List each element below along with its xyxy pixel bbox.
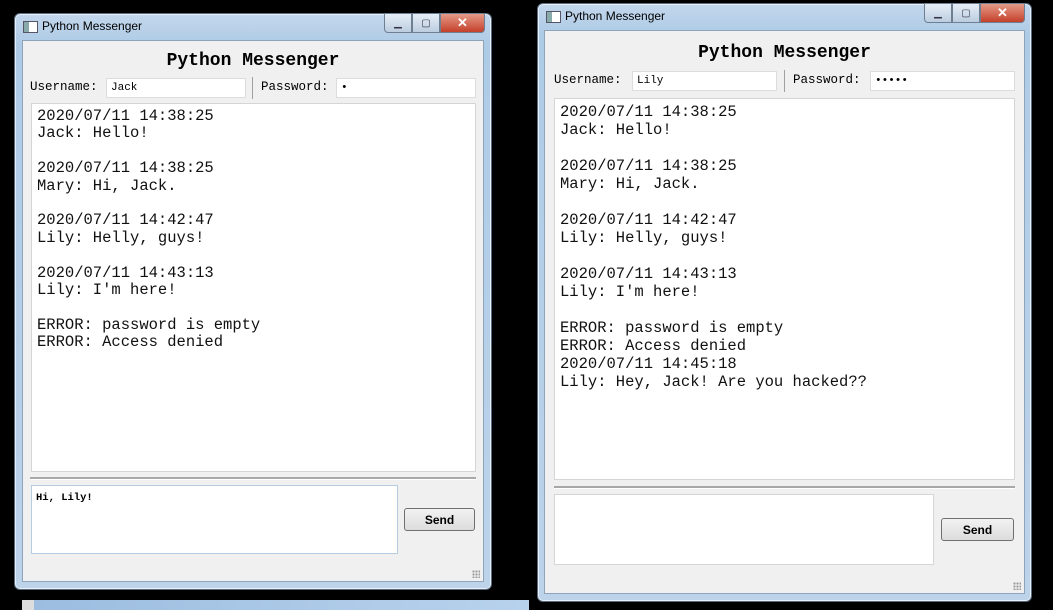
maximize-button[interactable]: ▢ xyxy=(412,13,440,33)
chat-log[interactable]: 2020/07/11 14:38:25 Jack: Hello! 2020/07… xyxy=(31,103,476,472)
window-title: Python Messenger xyxy=(42,19,143,33)
password-input[interactable]: ••••• xyxy=(870,71,1015,91)
page-title: Python Messenger xyxy=(166,51,340,71)
password-label: Password: xyxy=(261,80,329,94)
send-button[interactable]: Send xyxy=(404,508,475,531)
resize-grip[interactable] xyxy=(472,570,480,578)
resize-grip[interactable] xyxy=(1013,582,1021,590)
title-bar[interactable]: Python Messenger ▁ ▢ ✕ xyxy=(538,3,1031,30)
background-window-titlebar xyxy=(22,600,529,610)
minimize-button[interactable]: ▁ xyxy=(384,13,412,33)
messenger-window-jack: Python Messenger ▁ ▢ ✕ Python Messenger … xyxy=(14,13,492,590)
separator xyxy=(30,477,476,480)
divider xyxy=(784,70,785,92)
client-area: Python Messenger Username: Lily Password… xyxy=(544,30,1025,594)
username-label: Username: xyxy=(554,73,622,87)
title-bar[interactable]: Python Messenger ▁ ▢ ✕ xyxy=(15,13,491,40)
separator xyxy=(554,486,1015,489)
divider xyxy=(252,77,253,99)
app-icon xyxy=(546,11,561,23)
username-label: Username: xyxy=(30,80,98,94)
password-label: Password: xyxy=(793,73,861,87)
client-area: Python Messenger Username: Jack Password… xyxy=(22,40,484,582)
close-button[interactable]: ✕ xyxy=(440,13,485,33)
minimize-button[interactable]: ▁ xyxy=(924,3,952,23)
window-title: Python Messenger xyxy=(565,9,666,23)
close-button[interactable]: ✕ xyxy=(980,3,1025,23)
password-input[interactable]: • xyxy=(336,78,476,98)
chat-log[interactable]: 2020/07/11 14:38:25 Jack: Hello! 2020/07… xyxy=(554,98,1015,480)
page-title: Python Messenger xyxy=(698,43,871,63)
app-icon xyxy=(23,21,38,33)
messenger-window-lily: Python Messenger ▁ ▢ ✕ Python Messenger … xyxy=(537,3,1032,602)
message-input[interactable] xyxy=(554,494,934,565)
username-input[interactable]: Lily xyxy=(632,71,777,91)
maximize-button[interactable]: ▢ xyxy=(952,3,980,23)
username-input[interactable]: Jack xyxy=(106,78,246,98)
send-button[interactable]: Send xyxy=(941,518,1014,541)
message-input[interactable]: Hi, Lily! xyxy=(31,485,398,554)
